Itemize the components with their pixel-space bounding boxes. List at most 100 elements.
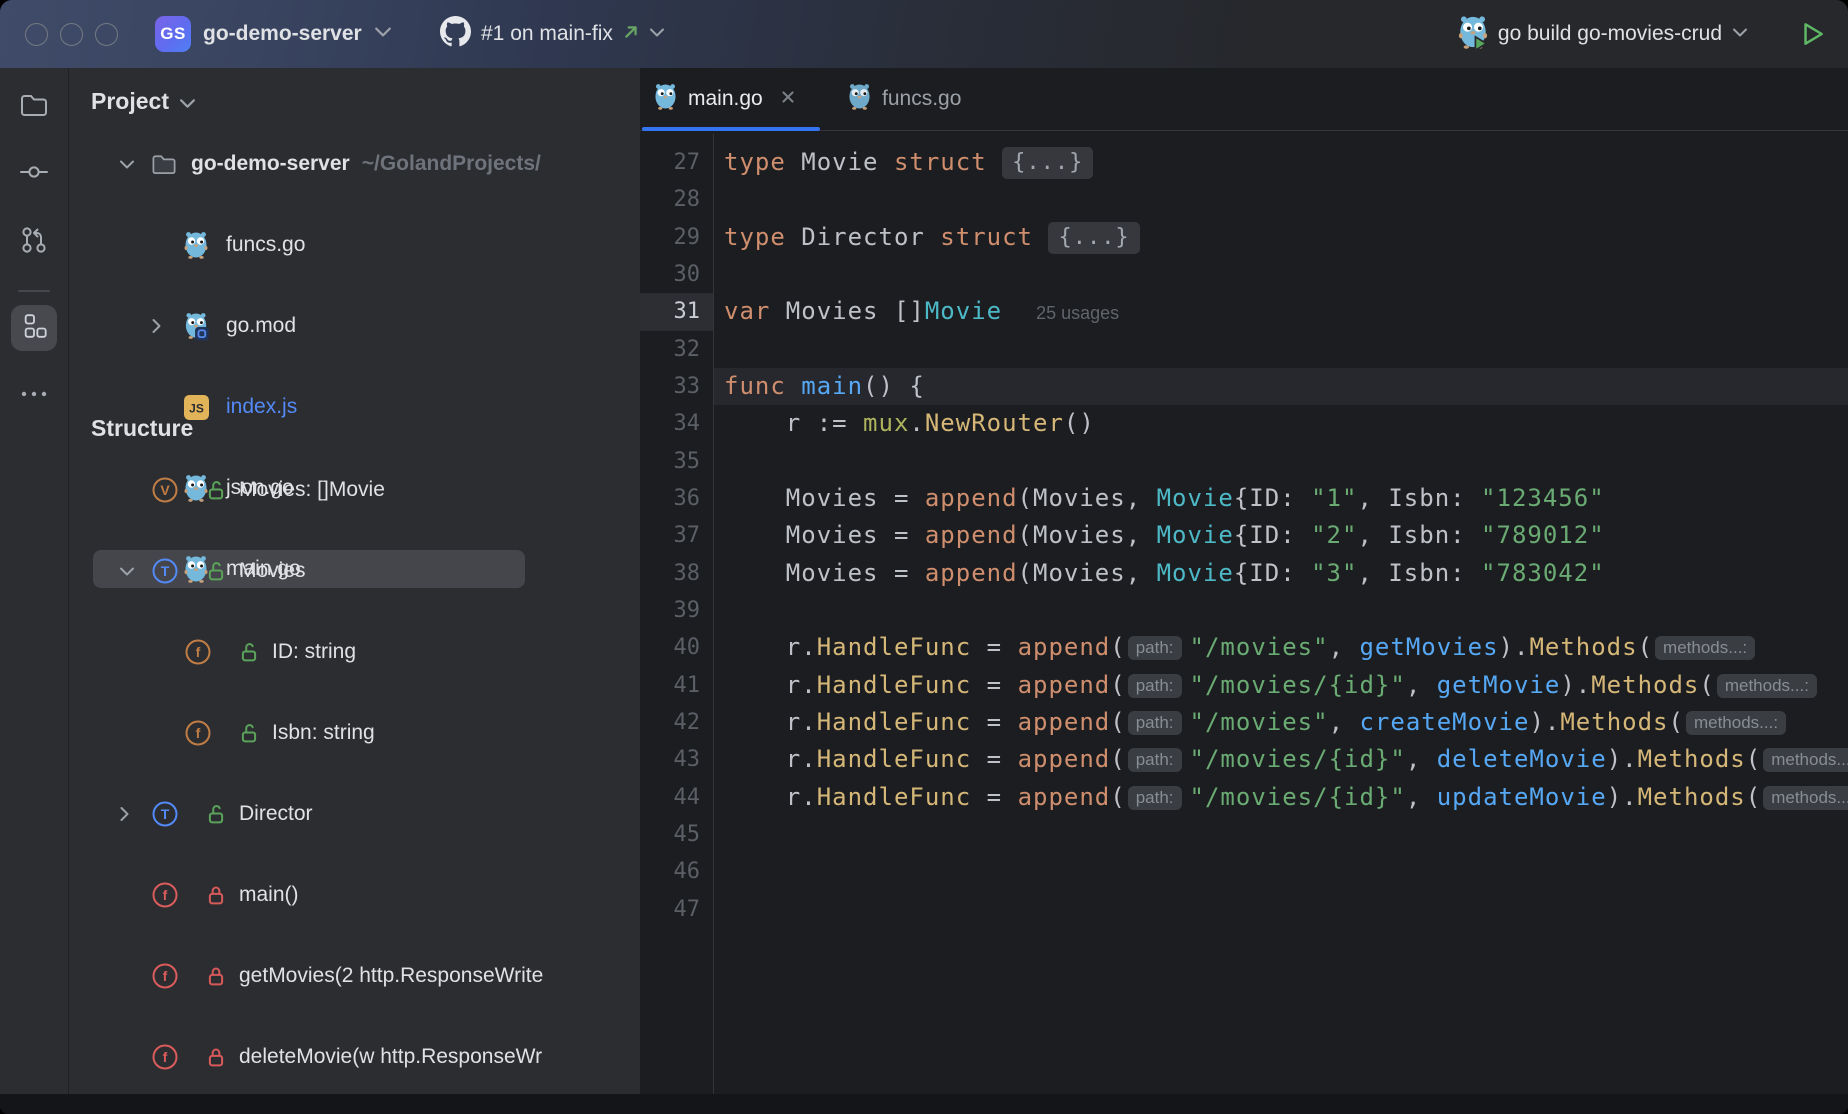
run-config-widget[interactable]: go build go-movies-crud xyxy=(1458,0,1748,68)
code-token: . xyxy=(909,409,924,437)
line-number[interactable]: 45 xyxy=(640,816,700,853)
code-token: r. xyxy=(724,783,817,811)
project-tool-button[interactable] xyxy=(0,90,68,125)
svg-text:f: f xyxy=(163,1049,168,1065)
line-number[interactable]: 47 xyxy=(640,891,700,928)
code-token: Movies = xyxy=(724,521,925,549)
line-number[interactable]: 31 xyxy=(640,293,700,330)
chevron-right-icon[interactable] xyxy=(151,318,162,334)
tree-item-label: go-demo-server~/GolandProjects/ xyxy=(191,152,541,176)
code-token: Director xyxy=(786,223,941,251)
code-token: {ID: xyxy=(1234,559,1311,587)
svg-text:T: T xyxy=(161,806,170,822)
code-token: ( xyxy=(1638,633,1653,661)
code-token: r. xyxy=(724,633,817,661)
symbol-T-icon: T xyxy=(151,800,179,828)
structure-item-Movies[interactable]: VMovies: []Movie xyxy=(69,470,640,511)
more-tool-windows-button[interactable] xyxy=(0,384,68,409)
code-token: HandleFunc xyxy=(817,708,972,736)
tree-item-label: index.js xyxy=(226,395,297,419)
line-number[interactable]: 37 xyxy=(640,517,700,554)
tree-item-funcs.go[interactable]: funcs.go xyxy=(69,225,640,266)
inlay-hint: path: xyxy=(1128,711,1182,735)
minimize-window-button[interactable] xyxy=(60,23,83,46)
code-token: HandleFunc xyxy=(817,783,972,811)
tree-item-path: ~/GolandProjects/ xyxy=(362,152,541,175)
line-number[interactable]: 41 xyxy=(640,667,700,704)
structure-item-Director[interactable]: T Director xyxy=(69,794,640,835)
chevron-down-icon[interactable] xyxy=(119,159,135,170)
tree-item-go.mod[interactable]: go.mod xyxy=(69,306,640,347)
zoom-window-button[interactable] xyxy=(95,23,118,46)
github-icon xyxy=(440,16,471,52)
lock-open-icon xyxy=(207,480,225,500)
chevron-right-icon[interactable] xyxy=(119,806,130,822)
structure-item-Movies[interactable]: TMovies xyxy=(69,551,640,592)
commit-icon xyxy=(18,157,50,192)
structure-item-label: Director xyxy=(239,802,313,826)
go-run-config-icon xyxy=(1458,15,1488,54)
inlay-hint: methods...: xyxy=(1686,711,1786,735)
line-number[interactable]: 34 xyxy=(640,405,700,442)
run-button[interactable] xyxy=(1798,0,1826,68)
line-number[interactable]: 33 xyxy=(640,368,700,405)
line-number[interactable]: 30 xyxy=(640,256,700,293)
folder-icon xyxy=(151,152,178,176)
line-number[interactable]: 43 xyxy=(640,741,700,778)
commit-tool-button[interactable] xyxy=(0,157,68,192)
folded-region[interactable]: {...} xyxy=(1048,222,1139,254)
line-number[interactable]: 39 xyxy=(640,592,700,629)
structure-item-deleteMovie[interactable]: f deleteMovie(w http.ResponseWr xyxy=(69,1037,640,1078)
close-window-button[interactable] xyxy=(25,23,48,46)
line-number[interactable]: 38 xyxy=(640,555,700,592)
chevron-down-icon[interactable] xyxy=(119,566,135,577)
code-token: Movie xyxy=(1157,484,1234,512)
tree-item-go-demo-server[interactable]: go-demo-server~/GolandProjects/ xyxy=(69,144,640,185)
structure-item-getMovies[interactable]: fgetMovies(2 http.ResponseWrite xyxy=(69,956,640,997)
code-area[interactable]: 2728293031323334353637383940414243444546… xyxy=(640,134,1848,1094)
project-panel-header[interactable]: Project xyxy=(91,88,196,115)
line-number[interactable]: 40 xyxy=(640,629,700,666)
project-widget[interactable]: GS go-demo-server xyxy=(155,0,392,68)
tab-funcs-go[interactable]: funcs.go xyxy=(848,68,961,130)
code-token: ). xyxy=(1607,783,1638,811)
close-icon[interactable] xyxy=(780,89,796,110)
vcs-widget[interactable]: #1 on main-fix xyxy=(440,0,665,68)
code-token: HandleFunc xyxy=(817,745,972,773)
code-token: type xyxy=(724,223,786,251)
line-number[interactable]: 46 xyxy=(640,853,700,890)
line-number[interactable]: 32 xyxy=(640,331,700,368)
structure-panel-header[interactable]: Structure xyxy=(91,415,193,442)
code-token: {ID: xyxy=(1234,521,1311,549)
pull-requests-tool-button[interactable] xyxy=(0,224,68,261)
lock-closed-icon xyxy=(207,885,225,905)
line-number[interactable]: 29 xyxy=(640,219,700,256)
line-number[interactable]: 44 xyxy=(640,779,700,816)
chevron-down-icon xyxy=(1732,25,1748,43)
line-number[interactable]: 42 xyxy=(640,704,700,741)
code-token: append xyxy=(1018,708,1111,736)
code-line-45 xyxy=(724,816,1848,853)
structure-item-ID[interactable]: fID: string xyxy=(69,632,640,673)
lock-open-icon xyxy=(240,642,258,662)
usages-hint[interactable]: 25 usages xyxy=(1036,303,1119,323)
code-token: deleteMovie xyxy=(1437,745,1607,773)
code-line-46 xyxy=(724,853,1848,890)
structure-item-Isbn[interactable]: fIsbn: string xyxy=(69,713,640,754)
window-controls xyxy=(25,0,118,68)
structure-item-label: deleteMovie(w http.ResponseWr xyxy=(239,1045,542,1069)
lock-open-icon xyxy=(240,723,258,743)
structure-item-main[interactable]: fmain() xyxy=(69,875,640,916)
code-token: createMovie xyxy=(1359,708,1529,736)
line-number[interactable]: 36 xyxy=(640,480,700,517)
code-token: getMovie xyxy=(1437,671,1561,699)
tab-main-go[interactable]: main.go xyxy=(654,68,796,130)
code-token: ( xyxy=(1699,671,1714,699)
line-number[interactable]: 35 xyxy=(640,443,700,480)
line-number[interactable]: 27 xyxy=(640,144,700,181)
folded-region[interactable]: {...} xyxy=(1002,147,1093,179)
structure-item-label: Isbn: string xyxy=(272,721,375,745)
code-token: NewRouter xyxy=(925,409,1064,437)
structure-tool-button[interactable] xyxy=(11,305,57,351)
line-number[interactable]: 28 xyxy=(640,181,700,218)
